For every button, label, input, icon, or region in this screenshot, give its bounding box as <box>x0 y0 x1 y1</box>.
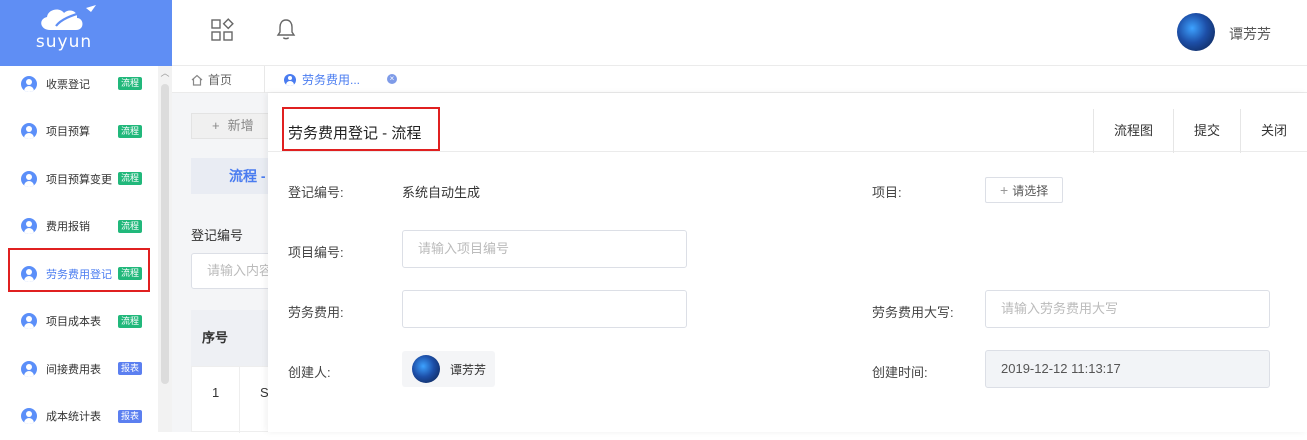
project-label: 项目: <box>872 182 902 201</box>
sidebar-item-cost-statistics[interactable]: 成本统计表 报表 <box>0 393 158 440</box>
user-icon <box>21 123 37 139</box>
sidebar-item-expense-claim[interactable]: 费用报销 流程 <box>0 203 158 251</box>
labor-fee-upper-label: 劳务费用大写: <box>872 302 954 321</box>
creator-label: 创建人: <box>288 362 331 381</box>
tab-active-label: 劳务费用... <box>302 71 360 88</box>
sidebar-item-project-budget[interactable]: 项目预算 流程 <box>0 108 158 156</box>
project-no-label: 项目编号: <box>288 242 344 261</box>
user-icon <box>21 171 37 187</box>
project-select-button[interactable]: + 请选择 <box>985 177 1063 203</box>
process-badge: 流程 <box>118 315 142 328</box>
user-icon <box>21 313 37 329</box>
sidebar-item-label: 收票登记 <box>46 76 90 92</box>
creator-avatar <box>412 355 440 383</box>
sidebar-item-project-cost[interactable]: 项目成本表 流程 <box>0 298 158 346</box>
panel-title: 劳务费用登记 - 流程 <box>288 122 421 143</box>
home-icon <box>190 73 204 87</box>
logo-text: suyun <box>0 32 128 52</box>
header-actions: 流程图 提交 关闭 <box>1093 109 1307 153</box>
tab-divider <box>264 66 265 93</box>
tab-close-icon[interactable]: × <box>387 74 397 84</box>
sidebar-item-label: 间接费用表 <box>46 361 101 377</box>
bell-icon[interactable] <box>275 17 297 41</box>
process-badge: 流程 <box>118 125 142 138</box>
sidebar-item-budget-change[interactable]: 项目预算变更 流程 <box>0 155 158 203</box>
user-icon <box>21 218 37 234</box>
tab-labor-fee[interactable]: 劳务费用... <box>284 71 360 88</box>
sidebar-item-label: 项目成本表 <box>46 313 101 329</box>
sidebar-item-label: 项目预算 <box>46 123 90 139</box>
reg-no-value: 系统自动生成 <box>402 182 480 201</box>
labor-fee-label: 劳务费用: <box>288 302 344 321</box>
sidebar-item-indirect-cost[interactable]: 间接费用表 报表 <box>0 345 158 393</box>
created-time-label: 创建时间: <box>872 362 928 381</box>
user-icon <box>21 361 37 377</box>
panel-header: 劳务费用登记 - 流程 流程图 提交 关闭 <box>268 93 1307 152</box>
sidebar-item-label: 项目预算变更 <box>46 171 112 187</box>
top-header: 谭芳芳 <box>172 0 1307 66</box>
submit-button[interactable]: 提交 <box>1173 109 1240 153</box>
labor-fee-upper-input[interactable]: 请输入劳务费用大写 <box>985 290 1270 328</box>
user-icon <box>284 74 296 86</box>
process-badge: 流程 <box>118 172 142 185</box>
report-badge: 报表 <box>118 410 142 423</box>
sidebar-scrollbar[interactable]: ︿ <box>158 66 172 432</box>
row-index: 1 <box>212 385 219 400</box>
user-name[interactable]: 谭芳芳 <box>1229 24 1271 44</box>
process-badge: 流程 <box>118 77 142 90</box>
process-badge: 流程 <box>118 220 142 233</box>
background-list-page: +新增 流程 - 登记编号 请输入内容 序号 1 S <box>172 93 282 432</box>
flowchart-button[interactable]: 流程图 <box>1093 109 1173 153</box>
reg-no-label: 登记编号: <box>288 182 344 201</box>
user-icon <box>21 76 37 92</box>
creator-name: 谭芳芳 <box>450 361 486 378</box>
form-panel: 劳务费用登记 - 流程 流程图 提交 关闭 登记编号: 系统自动生成 项目: +… <box>268 93 1307 432</box>
report-badge: 报表 <box>118 362 142 375</box>
scrollbar-thumb[interactable] <box>161 84 169 384</box>
new-button-label: 新增 <box>228 118 254 133</box>
plus-icon: + <box>1000 182 1008 198</box>
creator-chip: 谭芳芳 <box>402 351 495 387</box>
project-select-label: 请选择 <box>1012 184 1048 198</box>
column-divider <box>239 367 240 433</box>
scroll-up-icon[interactable]: ︿ <box>160 68 170 78</box>
labor-fee-input[interactable] <box>402 290 687 328</box>
tab-bar: 首页 劳务费用... × <box>172 66 1307 93</box>
highlight-box <box>8 248 150 292</box>
user-avatar[interactable] <box>1177 13 1215 51</box>
sidebar-item-receipt-register[interactable]: 收票登记 流程 <box>0 60 158 108</box>
apps-icon[interactable] <box>210 18 234 42</box>
sidebar-item-label: 费用报销 <box>46 218 90 234</box>
sidebar-item-label: 成本统计表 <box>46 408 101 424</box>
cloud-logo-icon <box>36 4 100 34</box>
filter-label: 登记编号 <box>191 225 243 244</box>
close-button[interactable]: 关闭 <box>1240 109 1307 153</box>
tab-home-label: 首页 <box>208 71 232 88</box>
user-icon <box>21 408 37 424</box>
logo[interactable]: suyun <box>0 0 172 66</box>
project-no-input[interactable]: 请输入项目编号 <box>402 230 687 268</box>
tab-home[interactable]: 首页 <box>190 71 232 88</box>
created-time-field: 2019-12-12 11:13:17 <box>985 350 1270 388</box>
